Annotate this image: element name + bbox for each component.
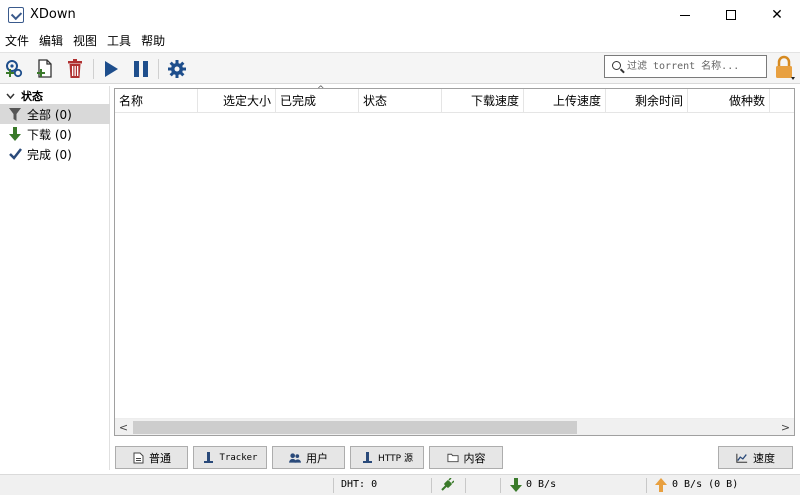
download-speed-value: 0 B/s (526, 479, 557, 490)
maximize-icon (726, 10, 736, 20)
column-name[interactable]: 名称 (115, 89, 198, 113)
chevron-left-icon: < (118, 421, 129, 434)
sidebar-item-label: 完成 (0) (27, 147, 72, 162)
check-icon (8, 147, 22, 161)
tab-label: 普通 (149, 451, 171, 465)
sidebar-item-label: 下载 (0) (27, 127, 72, 142)
close-icon: ✕ (771, 7, 783, 23)
tracker-icon (203, 451, 215, 464)
chart-icon (736, 452, 748, 464)
horizontal-scrollbar[interactable]: < > (115, 418, 794, 435)
table-header: 名称 选定大小 已完成 状态 下载速度 上传速度 剩余时间 做种数 ^ (115, 85, 794, 113)
speed-graph-button[interactable]: 速度 (718, 446, 793, 469)
window-title: XDown (30, 7, 76, 22)
column-status[interactable]: 状态 (359, 89, 442, 113)
delete-button[interactable] (63, 57, 87, 81)
sidebar-item-label: 全部 (0) (27, 107, 72, 122)
status-bar: DHT: 0 0 B/s 0 B/s (0 B) (0, 474, 800, 495)
add-file-icon (37, 59, 52, 78)
upload-speed-value: 0 B/s (0 B) (672, 479, 739, 490)
add-torrent-button[interactable] (3, 57, 27, 81)
minimize-button[interactable] (662, 0, 708, 30)
torrent-table: 名称 选定大小 已完成 状态 下载速度 上传速度 剩余时间 做种数 ^ < > (114, 85, 795, 436)
connection-status-icon[interactable] (440, 477, 455, 495)
column-seeds[interactable]: 做种数 (688, 89, 770, 113)
chevron-right-icon: > (780, 421, 791, 434)
download-arrow-icon (8, 127, 22, 141)
document-icon (132, 452, 144, 464)
scroll-right-button[interactable]: > (777, 419, 794, 436)
pause-button[interactable] (129, 57, 153, 81)
column-selected-size[interactable]: 选定大小 (198, 89, 276, 113)
sidebar-item-completed[interactable]: 完成 (0) (0, 144, 110, 164)
column-download-speed[interactable]: 下载速度 (442, 89, 524, 113)
sort-indicator-icon: ^ (317, 85, 325, 95)
resume-icon (105, 61, 118, 77)
users-icon (289, 452, 301, 464)
add-torrent-icon (6, 60, 23, 78)
menu-file[interactable]: 文件 (0, 31, 34, 51)
lock-button[interactable] (774, 55, 796, 81)
sidebar-item-all[interactable]: 全部 (0) (0, 104, 110, 124)
status-separator (646, 478, 647, 493)
sidebar-header[interactable]: 状态 (6, 88, 43, 104)
tab-tracker[interactable]: Tracker (193, 446, 267, 469)
download-speed-icon (510, 478, 522, 495)
add-file-button[interactable] (33, 57, 57, 81)
column-eta[interactable]: 剩余时间 (606, 89, 688, 113)
tab-label: 内容 (463, 451, 486, 465)
toolbar-separator (158, 59, 159, 79)
menu-tools[interactable]: 工具 (102, 31, 136, 51)
settings-icon (168, 60, 186, 78)
status-separator (333, 478, 334, 493)
folder-icon (446, 452, 459, 464)
speed-button-label: 速度 (753, 451, 775, 465)
tab-peers[interactable]: 用户 (272, 446, 345, 469)
status-separator (431, 478, 432, 493)
search-box (604, 55, 767, 78)
chevron-down-icon (6, 93, 15, 99)
minimize-icon (680, 14, 690, 16)
menu-view[interactable]: 视图 (68, 31, 102, 51)
http-source-icon (361, 451, 373, 464)
menu-help[interactable]: 帮助 (136, 31, 170, 51)
upload-speed-icon (655, 478, 667, 495)
menu-bar: 文件 编辑 视图 工具 帮助 (0, 31, 170, 51)
menu-edit[interactable]: 编辑 (34, 31, 68, 51)
tab-label: 用户 (306, 451, 328, 465)
tab-general[interactable]: 普通 (115, 446, 188, 469)
filter-icon (8, 107, 22, 121)
sidebar: 状态 全部 (0) 下载 (0) 完成 (0) (0, 86, 110, 470)
settings-button[interactable] (165, 57, 189, 81)
scrollbar-thumb[interactable] (133, 421, 577, 434)
toolbar-separator (93, 59, 94, 79)
status-separator (465, 478, 466, 493)
tab-label: HTTP 源 (378, 454, 413, 464)
resume-button[interactable] (99, 57, 123, 81)
sidebar-header-label: 状态 (21, 90, 43, 103)
column-upload-speed[interactable]: 上传速度 (524, 89, 606, 113)
maximize-button[interactable] (708, 0, 754, 30)
tab-label: Tracker (219, 452, 258, 463)
status-separator (500, 478, 501, 493)
tab-http-sources[interactable]: HTTP 源 (350, 446, 424, 469)
dht-status: DHT: 0 (341, 479, 378, 490)
title-bar: XDown ✕ (0, 0, 800, 30)
pause-icon (134, 61, 148, 77)
lock-icon (776, 55, 795, 80)
app-logo-icon (8, 7, 24, 23)
delete-icon (68, 59, 82, 78)
close-button[interactable]: ✕ (754, 0, 800, 30)
search-icon (612, 61, 621, 70)
search-input[interactable] (627, 58, 763, 75)
scroll-left-button[interactable]: < (115, 419, 132, 436)
tab-content[interactable]: 内容 (429, 446, 503, 469)
sidebar-item-downloading[interactable]: 下载 (0) (0, 124, 110, 144)
